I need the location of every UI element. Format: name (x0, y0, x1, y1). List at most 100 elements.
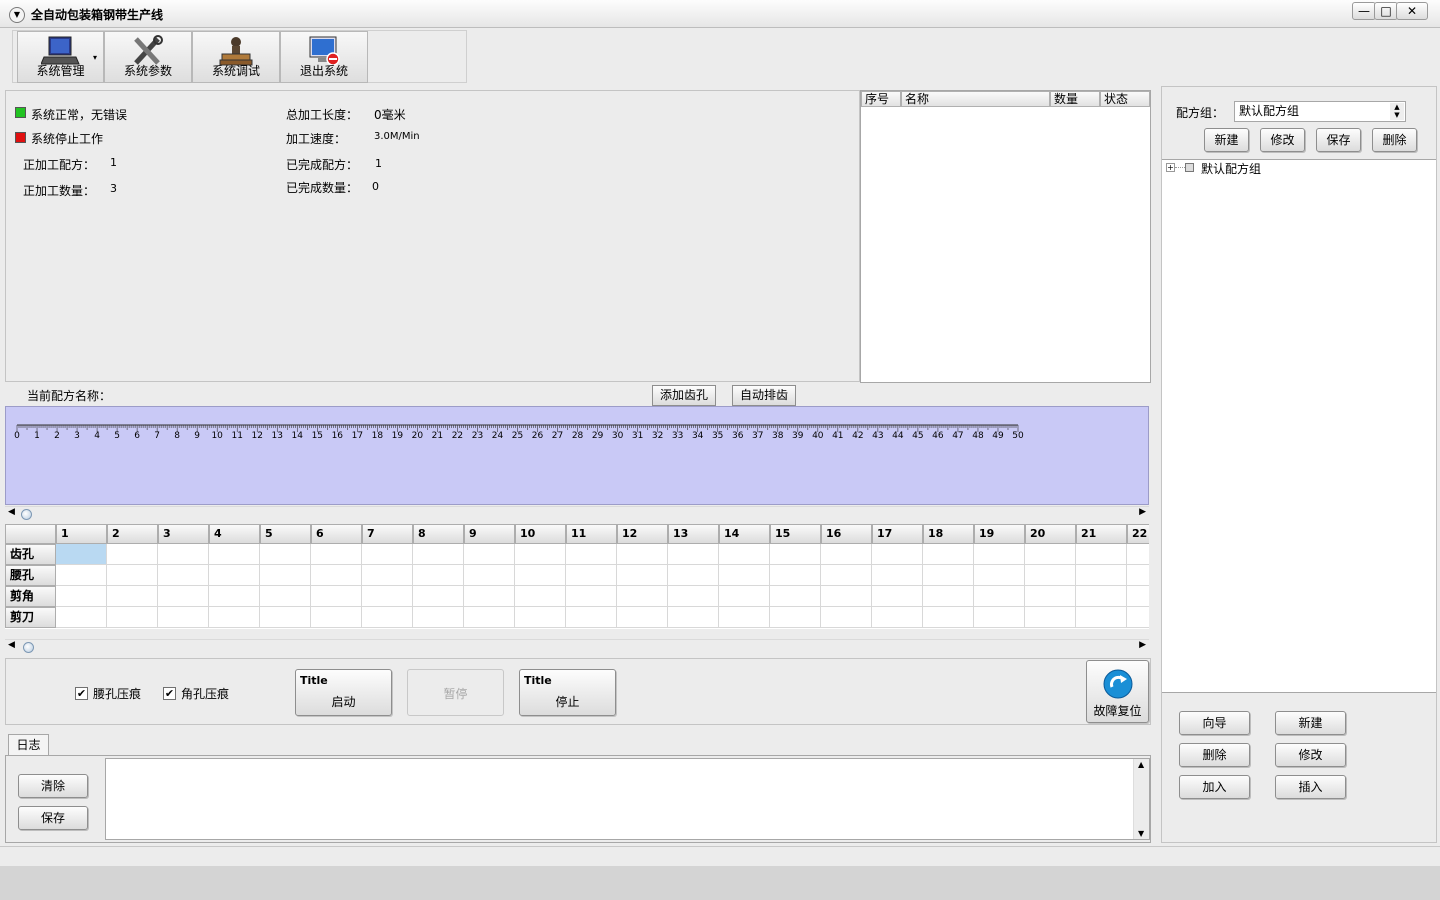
grid-column-header[interactable]: 14 (719, 524, 770, 544)
grid-cell[interactable] (668, 586, 719, 607)
grid-cell[interactable] (158, 565, 209, 586)
grid-cell[interactable] (209, 586, 260, 607)
queue-header-qty[interactable]: 数量 (1050, 91, 1100, 107)
tree-expand-icon[interactable]: + (1166, 163, 1175, 172)
grid-cell[interactable] (1127, 586, 1149, 607)
grid-column-header[interactable]: 9 (464, 524, 515, 544)
exit-system-button[interactable]: 退出系统 (280, 31, 368, 83)
grid-column-header[interactable]: 16 (821, 524, 872, 544)
grid-column-header[interactable]: 10 (515, 524, 566, 544)
dropdown-arrow-icon[interactable]: ▾ (93, 53, 97, 62)
grid-cell[interactable] (566, 607, 617, 628)
corner-press-checkbox[interactable]: ✔ (163, 687, 176, 700)
grid-cell[interactable] (617, 544, 668, 565)
grid-cell[interactable] (566, 586, 617, 607)
group-edit-button[interactable]: 修改 (1260, 128, 1305, 152)
start-button[interactable]: Title 启动 (295, 669, 392, 716)
grid-cell[interactable] (107, 586, 158, 607)
grid-cell[interactable] (515, 586, 566, 607)
log-clear-button[interactable]: 清除 (18, 774, 88, 798)
grid-cell[interactable] (668, 544, 719, 565)
recipe-edit-button[interactable]: 修改 (1275, 743, 1346, 767)
grid-cell[interactable] (821, 565, 872, 586)
wizard-button[interactable]: 向导 (1179, 711, 1250, 735)
grid-cell[interactable] (821, 544, 872, 565)
grid-cell[interactable] (617, 607, 668, 628)
grid-column-header[interactable]: 13 (668, 524, 719, 544)
grid-cell[interactable] (158, 607, 209, 628)
ruler-canvas[interactable]: 0 1 2 3 4 5 6 7 8 9 10 11 12 13 14 15 16 17 18 19 20 21 22 23 24… (5, 406, 1149, 505)
queue-header-status[interactable]: 状态 (1100, 91, 1150, 107)
grid-cell[interactable] (974, 565, 1025, 586)
grid-cell[interactable] (209, 565, 260, 586)
log-scrollbar[interactable]: ▲ ▼ (1133, 759, 1149, 839)
ruler-scroll-thumb[interactable] (21, 509, 32, 520)
ruler-scrollbar[interactable]: ◀ ▶ (5, 506, 1149, 521)
grid-column-header[interactable]: 7 (362, 524, 413, 544)
grid-column-header[interactable]: 17 (872, 524, 923, 544)
grid-column-header[interactable]: 3 (158, 524, 209, 544)
log-scroll-up-icon[interactable]: ▲ (1138, 760, 1144, 769)
scroll-left-icon[interactable]: ◀ (8, 507, 15, 517)
grid-cell[interactable] (821, 586, 872, 607)
grid-column-header[interactable]: 15 (770, 524, 821, 544)
grid-cell[interactable] (464, 544, 515, 565)
grid-column-header[interactable]: 8 (413, 524, 464, 544)
grid-cell[interactable] (1127, 565, 1149, 586)
add-hole-button[interactable]: 添加齿孔 (652, 385, 716, 406)
log-tab[interactable]: 日志 (8, 734, 49, 756)
grid-cell[interactable] (56, 544, 107, 565)
grid-column-header[interactable]: 2 (107, 524, 158, 544)
grid-cell[interactable] (1025, 544, 1076, 565)
grid-cell[interactable] (362, 544, 413, 565)
grid-cell[interactable] (464, 586, 515, 607)
grid-cell[interactable] (413, 565, 464, 586)
log-textarea[interactable]: ▲ ▼ (105, 758, 1150, 840)
grid-cell[interactable] (668, 565, 719, 586)
grid-cell[interactable] (719, 607, 770, 628)
grid-cell[interactable] (260, 607, 311, 628)
system-manage-button[interactable]: 系统管理 (17, 31, 104, 83)
minimize-button[interactable]: — (1352, 2, 1376, 20)
grid-cell[interactable] (311, 586, 362, 607)
grid-column-header[interactable]: 1 (56, 524, 107, 544)
waist-press-checkbox[interactable]: ✔ (75, 687, 88, 700)
grid-cell[interactable] (923, 565, 974, 586)
group-new-button[interactable]: 新建 (1204, 128, 1249, 152)
grid-cell[interactable] (1076, 544, 1127, 565)
log-scroll-down-icon[interactable]: ▼ (1138, 829, 1144, 838)
grid-cell[interactable] (1025, 586, 1076, 607)
grid-cell[interactable] (56, 586, 107, 607)
maximize-button[interactable]: □ (1374, 2, 1398, 20)
pause-button[interactable]: 暂停 (407, 669, 504, 716)
grid-column-header[interactable]: 20 (1025, 524, 1076, 544)
grid-cell[interactable] (923, 544, 974, 565)
grid-column-header[interactable]: 19 (974, 524, 1025, 544)
grid-column-header[interactable]: 11 (566, 524, 617, 544)
grid-cell[interactable] (515, 544, 566, 565)
grid-cell[interactable] (1025, 565, 1076, 586)
grid-cell[interactable] (770, 565, 821, 586)
grid-cell[interactable] (923, 586, 974, 607)
recipe-group-select[interactable]: 默认配方组 ▲ ▼ (1234, 101, 1406, 122)
system-params-button[interactable]: 系统参数 (104, 31, 192, 83)
queue-header-index[interactable]: 序号 (861, 91, 901, 107)
grid-cell[interactable] (413, 586, 464, 607)
recipe-add-button[interactable]: 加入 (1179, 775, 1250, 799)
close-button[interactable]: ✕ (1396, 2, 1428, 20)
grid-cell[interactable] (362, 586, 413, 607)
grid-scroll-right-icon[interactable]: ▶ (1139, 640, 1146, 650)
grid-cell[interactable] (974, 607, 1025, 628)
grid-column-header[interactable]: 4 (209, 524, 260, 544)
grid-cell[interactable] (872, 607, 923, 628)
grid-cell[interactable] (515, 607, 566, 628)
grid-column-header[interactable]: 5 (260, 524, 311, 544)
grid-cell[interactable] (719, 586, 770, 607)
system-debug-button[interactable]: 系统调试 (192, 31, 280, 83)
grid-cell[interactable] (566, 544, 617, 565)
grid-cell[interactable] (1025, 607, 1076, 628)
grid-cell[interactable] (107, 565, 158, 586)
grid-cell[interactable] (260, 586, 311, 607)
grid-cell[interactable] (1127, 544, 1149, 565)
grid-cell[interactable] (260, 565, 311, 586)
